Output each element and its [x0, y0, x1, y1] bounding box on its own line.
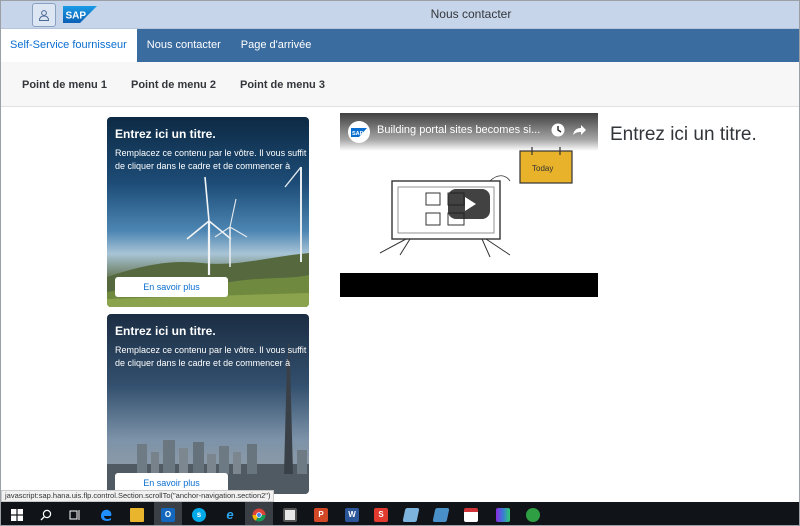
top-navigation: Self-Service fournisseur Nous contacter … — [1, 29, 799, 62]
skype-icon[interactable]: s — [185, 502, 213, 525]
task-view-icon[interactable] — [61, 502, 89, 525]
card-description: Remplacez ce contenu par le vôtre. Il vo… — [115, 345, 307, 368]
video-player[interactable]: Today SAP Building portal sites becomes … — [340, 113, 598, 297]
video-title[interactable]: Building portal sites becomes si... — [377, 124, 545, 136]
windows-start-icon[interactable] — [3, 502, 31, 525]
city-skyline-image — [107, 344, 309, 494]
menu-item-3[interactable]: Point de menu 3 — [240, 79, 325, 91]
shell-header: SAP Nous contacter — [1, 1, 799, 29]
menu-item-1[interactable]: Point de menu 1 — [22, 79, 107, 91]
anchor-navigation-bar: Point de menu 1 Point de menu 2 Point de… — [1, 62, 799, 107]
menu-item-2[interactable]: Point de menu 2 — [131, 79, 216, 91]
watch-later-icon[interactable] — [550, 122, 566, 138]
learn-more-button[interactable]: En savoir plus — [115, 277, 228, 297]
card-description: Remplacez ce contenu par le vôtre. Il vo… — [115, 148, 307, 171]
tab-page-arrivee[interactable]: Page d'arrivée — [231, 29, 322, 62]
app-purple-icon[interactable] — [489, 502, 517, 525]
shell-title: Nous contacter — [430, 7, 512, 21]
app-s-icon[interactable]: S — [367, 502, 395, 525]
tab-self-service[interactable]: Self-Service fournisseur — [1, 29, 137, 62]
svg-text:SAP: SAP — [352, 131, 364, 137]
browser-viewport: SAP Nous contacter Self-Service fourniss… — [0, 0, 800, 526]
windows-taskbar: O s e P W S — [1, 502, 799, 525]
app-green-icon[interactable] — [519, 502, 547, 525]
file-explorer-icon[interactable] — [123, 502, 151, 525]
section-title: Entrez ici un titre. — [610, 124, 757, 145]
app-teal-icon[interactable] — [427, 502, 455, 525]
share-icon[interactable] — [571, 122, 587, 138]
content-card-city[interactable]: Entrez ici un titre. Remplacez ce conten… — [107, 314, 309, 494]
search-icon[interactable] — [32, 502, 60, 525]
edge-icon[interactable] — [92, 502, 120, 525]
svg-text:Today: Today — [532, 164, 553, 173]
chrome-icon[interactable] — [245, 502, 273, 525]
browser-status-bar: javascript:sap.hana.uis.flp.control.Sect… — [1, 490, 275, 502]
powerpoint-icon[interactable]: P — [307, 502, 335, 525]
play-button[interactable] — [448, 189, 490, 219]
tab-nous-contacter[interactable]: Nous contacter — [137, 29, 231, 62]
word-icon[interactable]: W — [338, 502, 366, 525]
app-blue-icon[interactable] — [397, 502, 425, 525]
calendar-icon[interactable] — [457, 502, 485, 525]
content-card-wind[interactable]: Entrez ici un titre. Remplacez ce conten… — [107, 117, 309, 307]
card-title: Entrez ici un titre. — [115, 324, 216, 338]
card-title: Entrez ici un titre. — [115, 127, 216, 141]
internet-explorer-icon[interactable]: e — [216, 502, 244, 525]
play-icon — [465, 197, 476, 211]
app-icon[interactable] — [276, 502, 304, 525]
outlook-icon[interactable]: O — [154, 502, 182, 525]
channel-avatar[interactable]: SAP — [348, 121, 370, 143]
